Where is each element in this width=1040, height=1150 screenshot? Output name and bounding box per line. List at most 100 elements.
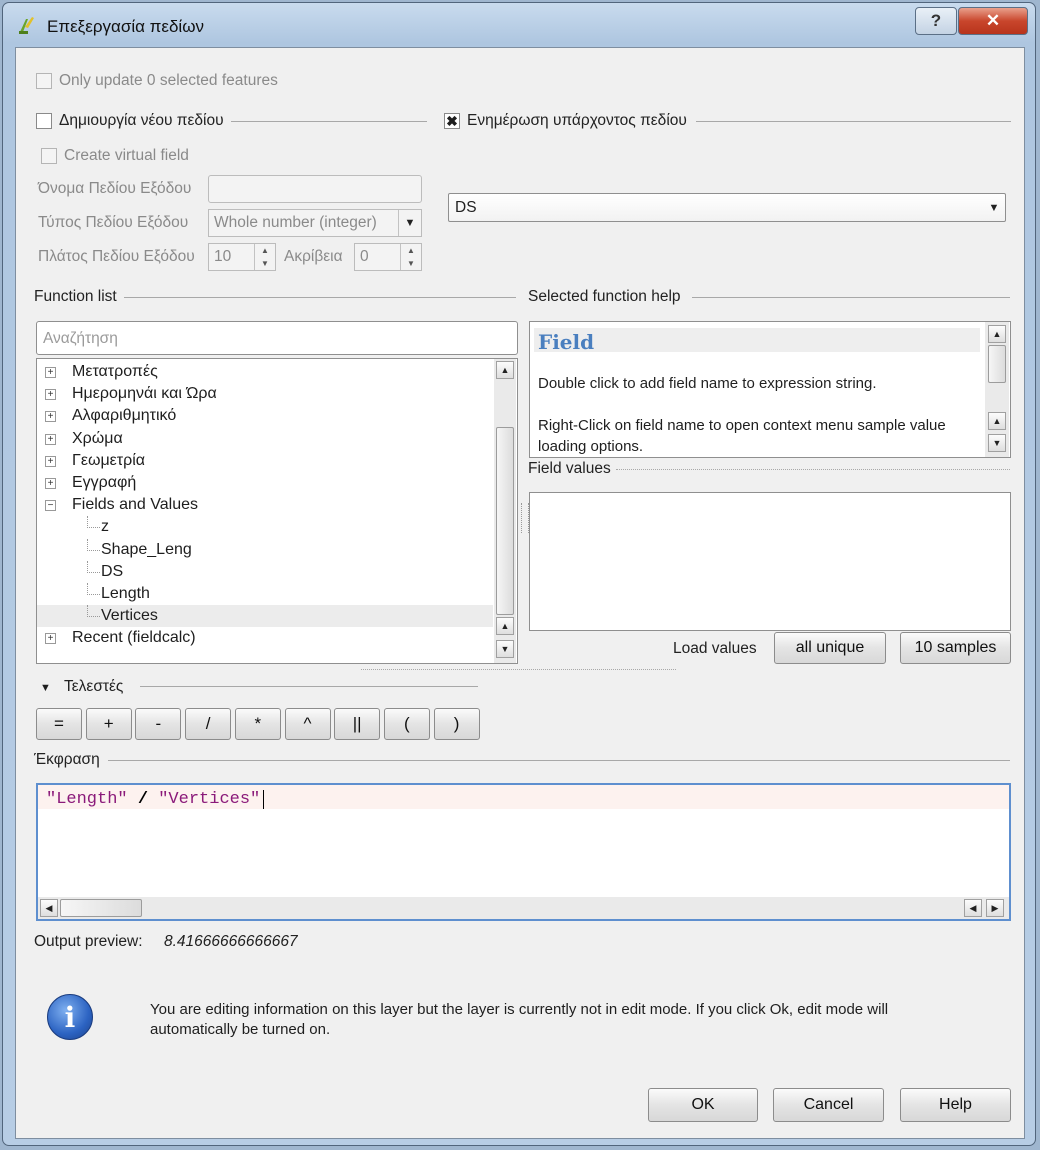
tree-connector — [87, 538, 100, 551]
output-width-value: 10 — [214, 248, 232, 265]
tree-item-label: Μετατροπές — [72, 363, 158, 380]
scroll-thumb[interactable] — [496, 427, 514, 615]
ten-samples-button[interactable]: 10 samples — [900, 632, 1011, 664]
group-divider — [616, 469, 1010, 470]
scroll-thumb[interactable] — [60, 899, 142, 917]
load-values-label: Load values — [673, 640, 757, 657]
tree-field-item[interactable]: Length — [37, 583, 493, 605]
vertical-splitter[interactable] — [521, 503, 529, 533]
output-preview-label: Output preview: — [34, 933, 143, 950]
tree-field-item[interactable]: Vertices — [37, 605, 493, 628]
scroll-thumb[interactable] — [988, 345, 1006, 383]
existing-field-combo[interactable]: DS ▼ — [448, 193, 1006, 222]
operator-button[interactable]: - — [135, 708, 182, 740]
output-name-input[interactable] — [208, 175, 422, 203]
help-line-2: Right-Click on field name to open contex… — [538, 417, 946, 455]
cancel-button[interactable]: Cancel — [773, 1088, 884, 1122]
tree-field-item[interactable]: z — [37, 516, 493, 538]
search-placeholder: Αναζήτηση — [43, 330, 118, 347]
tree-item-label: Vertices — [101, 607, 158, 625]
scroll-right-icon[interactable]: ▶ — [986, 899, 1004, 917]
tree-item-label: Recent (fieldcalc) — [72, 629, 196, 647]
operator-button[interactable]: ( — [383, 708, 430, 740]
tree-item-label: z — [101, 518, 109, 536]
tree-item-label: Shape_Leng — [101, 540, 192, 558]
chevron-down-icon: ▼ — [988, 201, 1000, 214]
operator-button[interactable]: = — [36, 708, 82, 740]
all-unique-button[interactable]: all unique — [774, 632, 886, 664]
operator-button[interactable]: ^ — [284, 708, 331, 740]
expand-icon[interactable]: + — [45, 389, 56, 401]
help-title-button[interactable]: ? — [915, 7, 957, 35]
tree-connector — [87, 583, 100, 595]
tree-category[interactable]: − Fields and Values — [37, 494, 493, 516]
dialog-window: Επεξεργασία πεδίων ? ✕ Only update 0 sel… — [2, 2, 1036, 1146]
tree-item-label: Fields and Values — [72, 496, 198, 514]
only-update-checkbox[interactable] — [36, 73, 52, 89]
tree-scrollbar[interactable]: ▲ ▲ ▼ — [494, 359, 516, 663]
ok-button[interactable]: OK — [648, 1088, 758, 1122]
splitter-handle[interactable] — [361, 669, 676, 670]
spin-arrows-icon[interactable]: ▲ ▼ — [254, 244, 275, 270]
scroll-left-icon[interactable]: ◀ — [40, 899, 58, 917]
scroll-down-icon[interactable]: ▼ — [496, 640, 514, 658]
expr-operator-token: / — [137, 790, 149, 809]
tree-category[interactable]: + Αλφαριθμητικό — [37, 405, 493, 427]
tree-item-label: Εγγραφή — [72, 474, 137, 491]
tree-category[interactable]: + Χρώμα — [37, 428, 493, 450]
scroll-down-icon[interactable]: ▼ — [988, 434, 1006, 452]
function-tree[interactable]: + Μετατροπές + Ημερομηνάι και Ώρα + Αλφαριθμη… — [36, 358, 518, 664]
function-help-panel: Field Double click to add field name to … — [529, 321, 1011, 458]
title-bar[interactable]: Επεξεργασία πεδίων ? ✕ — [3, 3, 1035, 47]
operator-button[interactable]: || — [334, 708, 381, 740]
expand-icon[interactable]: + — [45, 411, 56, 423]
tree-category[interactable]: + Εγγραφή — [37, 472, 493, 494]
operator-button[interactable]: * — [234, 708, 281, 740]
tree-category[interactable]: + Ημερομηνάι και Ώρα — [37, 383, 493, 405]
scroll-up-icon[interactable]: ▲ — [988, 412, 1006, 430]
output-width-spinbox[interactable]: 10 ▲ ▼ — [208, 243, 276, 271]
operator-button[interactable]: / — [185, 708, 232, 740]
operator-button[interactable]: + — [85, 708, 132, 740]
output-type-label: Τύπος Πεδίου Εξόδου — [38, 214, 189, 231]
operator-button[interactable]: ) — [433, 708, 480, 740]
tree-field-item[interactable]: DS — [37, 560, 493, 583]
collapse-triangle-icon[interactable]: ▼ — [40, 682, 51, 694]
create-new-field-checkbox[interactable] — [36, 113, 52, 129]
function-search-input[interactable]: Αναζήτηση — [36, 321, 518, 355]
scroll-up-icon[interactable]: ▲ — [496, 361, 514, 379]
tree-category[interactable]: + Recent (fieldcalc) — [37, 627, 493, 649]
collapse-icon[interactable]: − — [45, 500, 56, 512]
expand-icon[interactable]: + — [45, 455, 56, 467]
tree-category[interactable]: + Γεωμετρία — [37, 450, 493, 472]
scroll-up-icon[interactable]: ▲ — [496, 617, 514, 635]
expand-icon[interactable]: + — [45, 633, 56, 645]
expression-editor[interactable]: "Length" / "Vertices" ◀ ◀ ▶ — [36, 783, 1011, 921]
output-type-combo[interactable]: Whole number (integer) ▼ — [208, 209, 422, 237]
virtual-field-checkbox[interactable] — [41, 148, 57, 164]
scroll-left-icon[interactable]: ◀ — [964, 899, 982, 917]
tree-item-label: Γεωμετρία — [72, 451, 146, 469]
tree-connector — [87, 605, 100, 618]
group-divider — [231, 121, 427, 122]
tree-field-item[interactable]: Shape_Leng — [37, 538, 493, 561]
info-message: You are editing information on this laye… — [150, 1001, 889, 1038]
expression-hscrollbar[interactable]: ◀ ◀ ▶ — [38, 897, 1009, 919]
operators-label: Τελεστές — [64, 678, 124, 695]
tree-connector — [87, 560, 100, 573]
tree-item-label: Αλφαριθμητικό — [72, 407, 177, 425]
field-values-list[interactable] — [529, 492, 1011, 631]
scroll-up-icon[interactable]: ▲ — [988, 325, 1006, 343]
close-button[interactable]: ✕ — [958, 7, 1028, 35]
spin-arrows-icon[interactable]: ▲ ▼ — [400, 244, 421, 270]
expand-icon[interactable]: + — [45, 478, 56, 489]
tree-category[interactable]: + Μετατροπές — [37, 361, 493, 383]
expand-icon[interactable]: + — [45, 367, 56, 378]
update-existing-checkbox[interactable]: ✖ — [444, 113, 460, 129]
precision-spinbox[interactable]: 0 ▲ ▼ — [354, 243, 422, 271]
help-scrollbar[interactable]: ▲ ▲ ▼ — [985, 322, 1009, 457]
group-divider — [108, 760, 1010, 761]
help-button[interactable]: Help — [900, 1088, 1011, 1122]
expression-text: "Length" / "Vertices" — [46, 790, 275, 809]
expand-icon[interactable]: + — [45, 433, 56, 445]
